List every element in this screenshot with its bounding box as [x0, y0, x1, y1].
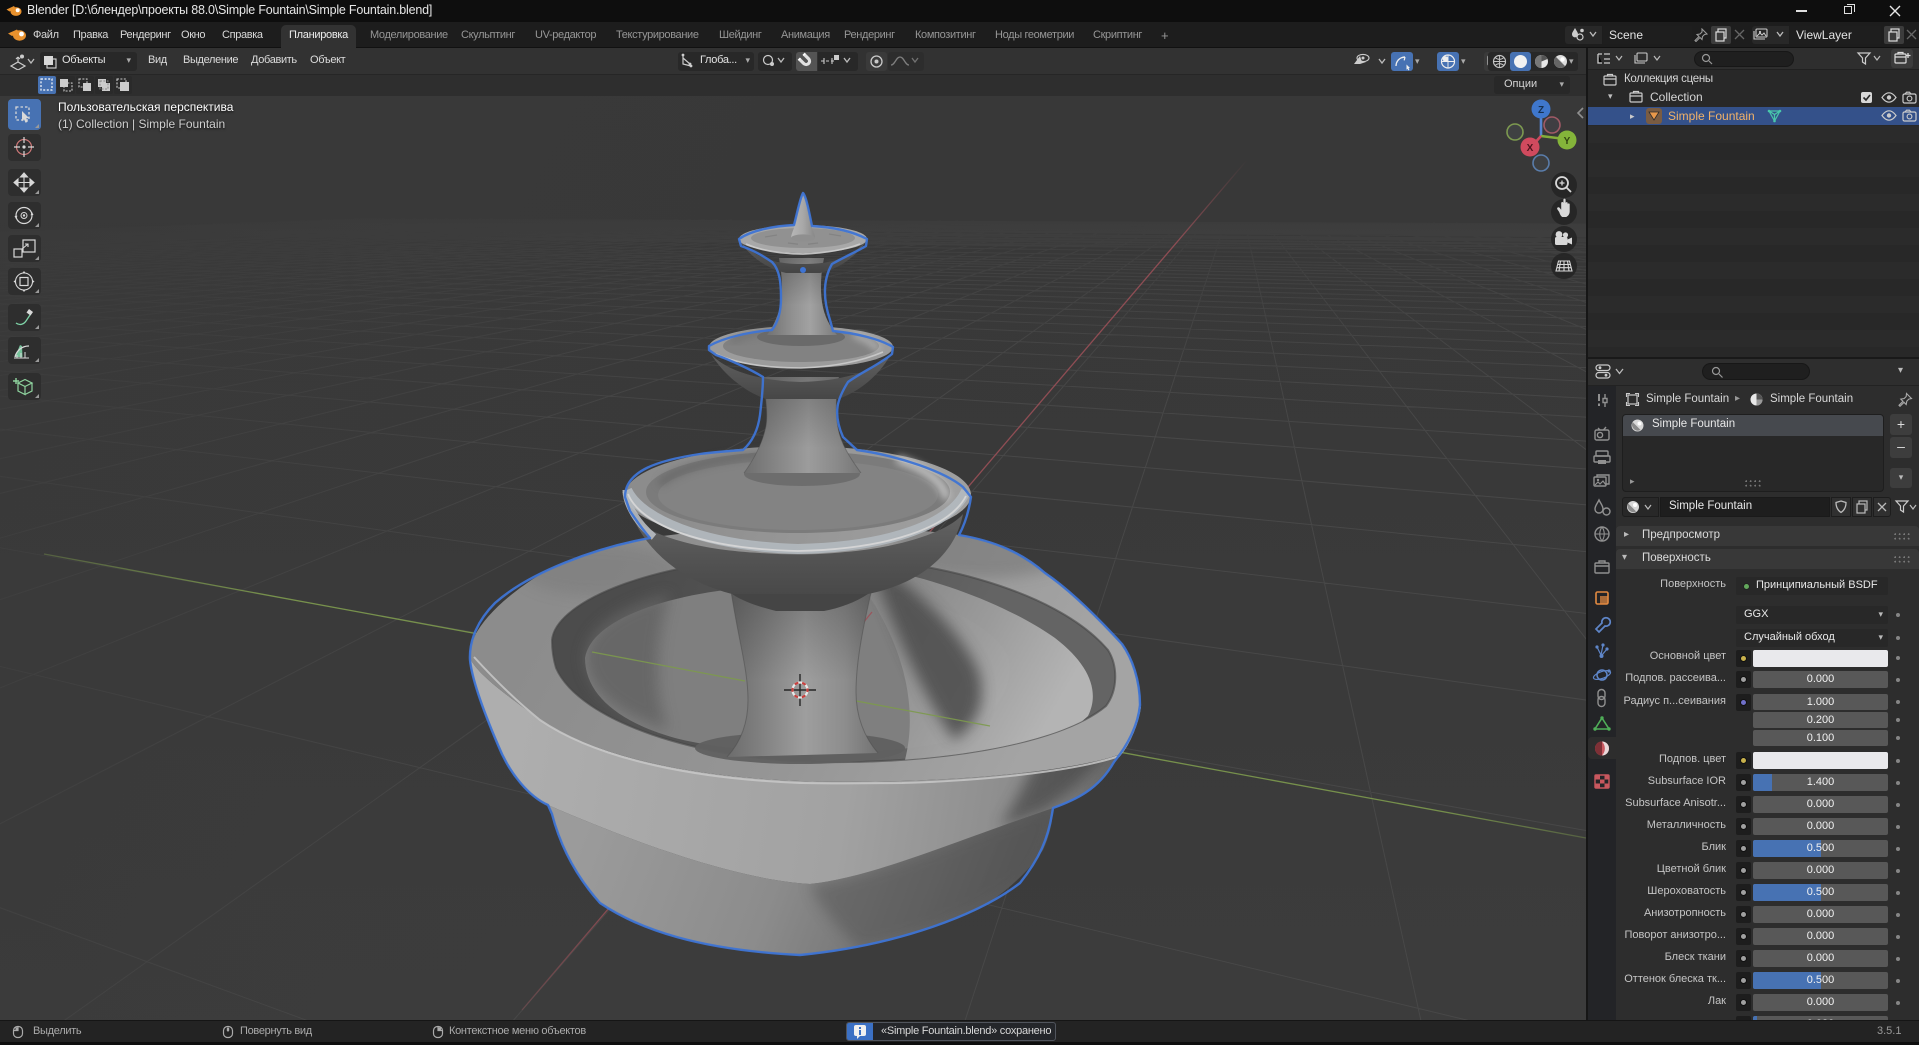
svg-text:X: X	[1527, 143, 1534, 154]
svg-text:Y: Y	[1564, 136, 1571, 147]
svg-text:Z: Z	[1538, 105, 1544, 116]
